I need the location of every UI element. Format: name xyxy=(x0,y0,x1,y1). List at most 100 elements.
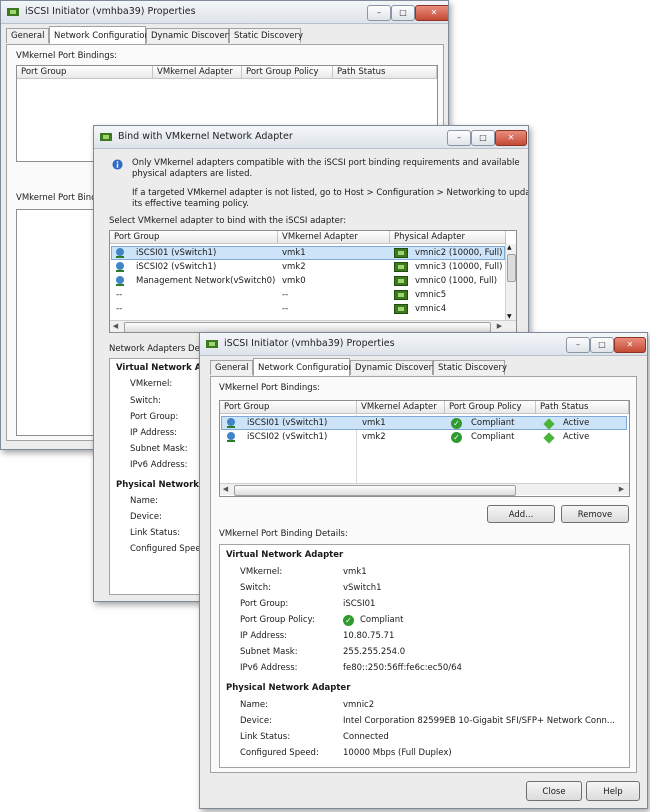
tab-static-discovery[interactable]: Static Discovery xyxy=(229,28,303,43)
remove-button[interactable]: Remove xyxy=(561,505,629,523)
col-port-group-policy[interactable]: Port Group Policy xyxy=(445,401,536,414)
detail-key: Device: xyxy=(130,512,162,522)
tab-general[interactable]: General xyxy=(210,360,253,375)
detail-value: 255.255.254.0 xyxy=(343,647,406,657)
close-button[interactable]: Close xyxy=(526,781,582,801)
col-path-status[interactable]: Path Status xyxy=(536,401,629,414)
detail-value: 10000 Mbps (Full Duplex) xyxy=(343,748,452,758)
scroll-up-icon[interactable]: ▲ xyxy=(507,244,512,251)
scroll-thumb[interactable] xyxy=(234,485,516,496)
list-item: -- xyxy=(282,290,289,300)
info-icon xyxy=(112,159,123,170)
physical-adapter-heading: Physical Network A xyxy=(116,480,209,490)
col-vmkernel-adapter[interactable]: VMkernel Adapter xyxy=(278,231,390,244)
detail-key: Link Status: xyxy=(240,732,291,742)
close-window-button[interactable]: ✕ xyxy=(495,130,527,146)
detail-key: IPv6 Address: xyxy=(130,460,188,470)
detail-key: Port Group Policy: xyxy=(240,615,315,625)
detail-value: vmk1 xyxy=(343,567,367,577)
detail-key: Link Status: xyxy=(130,528,181,538)
port-bindings-grid[interactable]: Port Group VMkernel Adapter Port Group P… xyxy=(219,400,630,497)
close-window-button[interactable]: ✕ xyxy=(614,337,646,353)
scroll-thumb[interactable] xyxy=(507,254,516,282)
list-item: vmnic3 (10000, Full) xyxy=(415,262,503,272)
vertical-scrollbar[interactable]: ▲ ▼ xyxy=(505,244,516,320)
table-row: Compliant xyxy=(471,432,515,442)
minimize-button[interactable]: – xyxy=(447,130,471,146)
table-row[interactable]: iSCSI01 (vSwitch1) xyxy=(247,417,327,429)
detail-key: Switch: xyxy=(130,396,161,406)
scroll-down-icon[interactable]: ▼ xyxy=(507,313,512,320)
col-vmkernel-adapter[interactable]: VMkernel Adapter xyxy=(153,66,242,79)
close-window-button[interactable]: ✕ xyxy=(415,5,448,21)
physical-nic-icon xyxy=(394,276,408,286)
scroll-left-icon[interactable]: ◀ xyxy=(110,321,121,332)
tab-static-discovery[interactable]: Static Discovery xyxy=(433,360,507,375)
col-physical-adapter[interactable]: Physical Adapter xyxy=(390,231,506,244)
adapter-grid[interactable]: Port Group VMkernel Adapter Physical Ada… xyxy=(109,230,517,333)
detail-value: vSwitch1 xyxy=(343,583,382,593)
bind-dialog-title: Bind with VMkernel Network Adapter xyxy=(118,131,293,142)
virtual-adapter-heading: Virtual Network Ad xyxy=(116,363,208,373)
table-row: Compliant xyxy=(471,418,515,428)
active-diamond-icon xyxy=(543,432,555,444)
list-item: vmnic0 (1000, Full) xyxy=(415,276,498,286)
list-item[interactable]: -- xyxy=(116,289,122,301)
vmkernel-adapter-icon xyxy=(116,276,124,286)
front-title-bar[interactable]: iSCSI Initiator (vmhba39) Properties – □… xyxy=(200,333,647,356)
tab-general[interactable]: General xyxy=(6,28,49,43)
compliant-check-icon: ✓ xyxy=(343,615,354,626)
list-item[interactable]: iSCSI01 (vSwitch1) xyxy=(136,247,216,259)
minimize-button[interactable]: – xyxy=(367,5,391,21)
table-row: Active xyxy=(563,432,590,442)
col-port-group[interactable]: Port Group xyxy=(110,231,278,244)
col-port-group-policy[interactable]: Port Group Policy xyxy=(242,66,333,79)
list-item: vmnic4 xyxy=(415,304,447,314)
detail-key: Port Group: xyxy=(130,412,179,422)
physical-adapter-heading: Physical Network Adapter xyxy=(226,683,351,693)
bindings-label: VMkernel Port Bindings: xyxy=(219,383,320,393)
detail-value: iSCSI01 xyxy=(343,599,376,609)
vmkernel-adapter-icon xyxy=(116,262,124,272)
minimize-button[interactable]: – xyxy=(566,337,590,353)
col-port-group[interactable]: Port Group xyxy=(17,66,153,79)
col-port-group[interactable]: Port Group xyxy=(220,401,357,414)
detail-value: Connected xyxy=(343,732,389,742)
tab-dynamic-discovery[interactable]: Dynamic Discovery xyxy=(146,28,233,43)
list-item[interactable]: Management Network(vSwitch0) xyxy=(136,275,275,287)
tab-network-configuration[interactable]: Network Configuration xyxy=(49,26,150,44)
table-row: vmk1 xyxy=(362,418,386,428)
table-row[interactable]: iSCSI02 (vSwitch1) xyxy=(247,431,327,443)
bind-title-bar[interactable]: Bind with VMkernel Network Adapter – □ ✕ xyxy=(94,126,528,149)
binding-details-label: VMkernel Port Binding Details: xyxy=(219,529,348,539)
list-item[interactable]: -- xyxy=(116,303,122,315)
col-vmkernel-adapter[interactable]: VMkernel Adapter xyxy=(357,401,445,414)
list-item: -- xyxy=(282,304,289,314)
maximize-button[interactable]: □ xyxy=(391,5,415,21)
detail-value: Intel Corporation 82599EB 10-Gigabit SFI… xyxy=(343,716,616,726)
vmkernel-adapter-icon xyxy=(116,248,124,258)
info-text-2: If a targeted VMkernel adapter is not li… xyxy=(132,188,529,198)
back-title-bar[interactable]: iSCSI Initiator (vmhba39) Properties – □… xyxy=(1,1,448,24)
info-text-1b: physical adapters are listed. xyxy=(132,169,253,179)
maximize-button[interactable]: □ xyxy=(471,130,495,146)
info-text-2b: its effective teaming policy. xyxy=(132,199,249,209)
detail-key: Subnet Mask: xyxy=(130,444,188,454)
scroll-right-icon[interactable]: ▶ xyxy=(494,321,505,332)
horizontal-scrollbar[interactable]: ◀ ▶ xyxy=(110,320,516,332)
add-button[interactable]: Add... xyxy=(487,505,555,523)
tab-dynamic-discovery[interactable]: Dynamic Discovery xyxy=(350,360,437,375)
scroll-right-icon[interactable]: ▶ xyxy=(616,484,627,495)
tab-network-configuration[interactable]: Network Configuration xyxy=(253,358,354,376)
maximize-button[interactable]: □ xyxy=(590,337,614,353)
detail-key: Configured Speed: xyxy=(240,748,319,758)
compliant-check-icon: ✓ xyxy=(451,432,462,443)
horizontal-scrollbar[interactable]: ◀ ▶ xyxy=(220,483,629,496)
list-item: vmk2 xyxy=(282,262,306,272)
col-path-status[interactable]: Path Status xyxy=(333,66,437,79)
vmkernel-adapter-icon xyxy=(227,432,235,442)
scroll-left-icon[interactable]: ◀ xyxy=(220,484,231,495)
list-item[interactable]: iSCSI02 (vSwitch1) xyxy=(136,261,216,273)
help-button[interactable]: Help xyxy=(586,781,640,801)
list-item: vmk0 xyxy=(282,276,306,286)
